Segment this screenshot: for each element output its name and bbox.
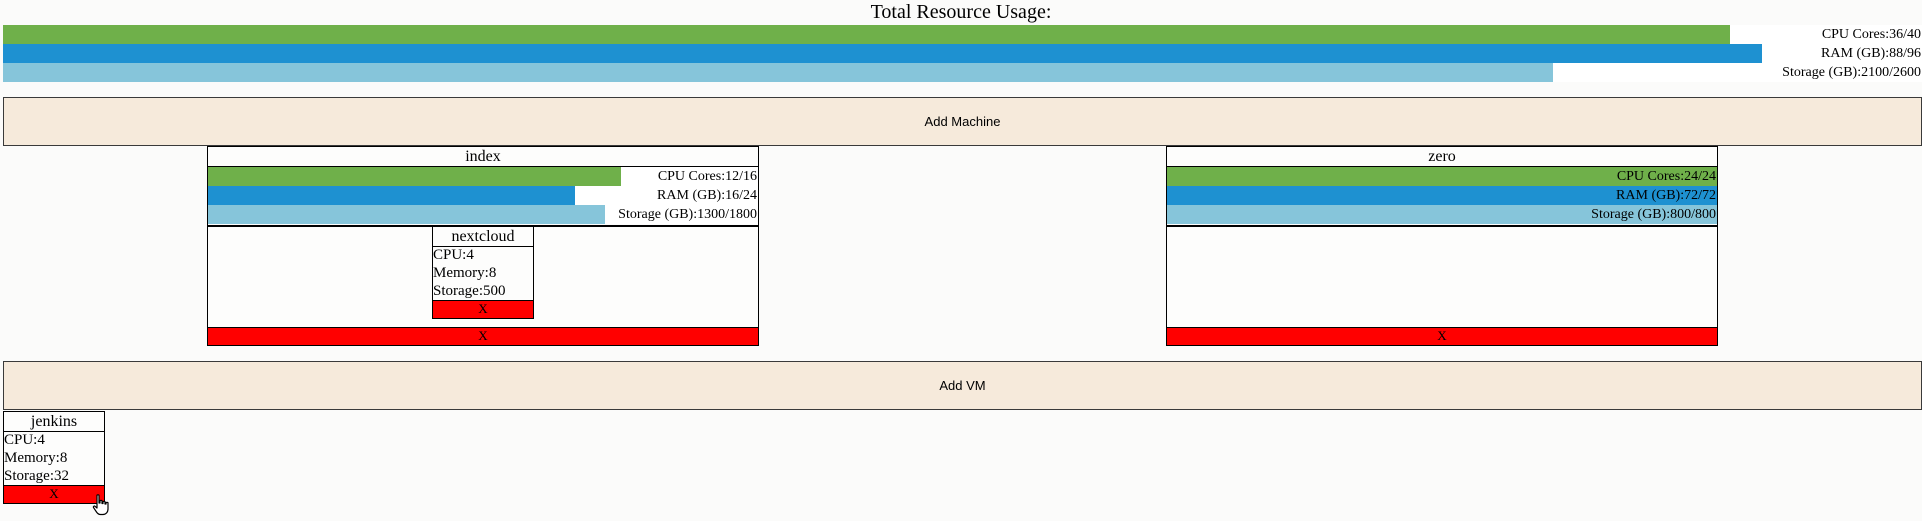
machine-delete-button[interactable]: X: [208, 327, 758, 345]
machine-cpu-fill: [208, 167, 621, 186]
vm-memory: Memory:8: [4, 450, 68, 466]
total-storage-bar: Storage (GB):2100/2600: [3, 63, 1922, 82]
total-ram-label: RAM (GB):88/96: [1821, 46, 1921, 61]
vm-delete-button[interactable]: X: [433, 300, 533, 318]
total-storage-label: Storage (GB):2100/2600: [1782, 65, 1921, 80]
total-usage-bars: CPU Cores:36/40 RAM (GB):88/96 Storage (…: [3, 25, 1922, 82]
total-cpu-fill: [3, 25, 1731, 44]
total-ram-bar: RAM (GB):88/96: [3, 44, 1922, 63]
hand-pointer-icon: [92, 494, 110, 516]
machine-storage-bar: Storage (GB):1300/1800: [208, 205, 758, 224]
machine-ram-label: RAM (GB):16/24: [657, 188, 757, 203]
total-storage-fill: [3, 63, 1553, 82]
vm-card-jenkins[interactable]: jenkins CPU:4 Memory:8 Storage:32 X: [3, 411, 105, 504]
vm-delete-button[interactable]: X: [4, 485, 104, 503]
vm-name: jenkins: [4, 412, 104, 432]
total-cpu-label: CPU Cores:36/40: [1821, 27, 1921, 42]
vm-storage: Storage:500: [433, 283, 506, 299]
machine-ram-bar: RAM (GB):72/72: [1167, 186, 1717, 205]
machine-card-zero: zero CPU Cores:24/24 RAM (GB):72/72 Stor…: [1166, 146, 1718, 346]
total-ram-fill: [3, 44, 1763, 63]
add-machine-button[interactable]: Add Machine: [3, 97, 1922, 146]
vm-storage: Storage:32: [4, 468, 69, 484]
machine-ram-label: RAM (GB):72/72: [1616, 188, 1716, 203]
machine-cpu-bar: CPU Cores:12/16: [208, 167, 758, 186]
vm-name: nextcloud: [433, 227, 533, 247]
machine-storage-label: Storage (GB):1300/1800: [618, 207, 757, 222]
vm-memory: Memory:8: [433, 265, 497, 281]
machine-ram-bar: RAM (GB):16/24: [208, 186, 758, 205]
vm-cpu: CPU:4: [433, 247, 474, 263]
vm-card-nextcloud[interactable]: nextcloud CPU:4 Memory:8 Storage:500 X: [432, 226, 534, 319]
machine-card-index: index CPU Cores:12/16 RAM (GB):16/24 Sto…: [207, 146, 759, 346]
machine-resource-bars: CPU Cores:24/24 RAM (GB):72/72 Storage (…: [1167, 167, 1717, 227]
machine-name: index: [208, 147, 758, 167]
machine-storage-bar: Storage (GB):800/800: [1167, 205, 1717, 224]
machine-cpu-label: CPU Cores:24/24: [1616, 169, 1716, 184]
machine-name: zero: [1167, 147, 1717, 167]
machine-resource-bars: CPU Cores:12/16 RAM (GB):16/24 Storage (…: [208, 167, 758, 227]
machine-delete-button[interactable]: X: [1167, 327, 1717, 345]
add-vm-button[interactable]: Add VM: [3, 361, 1922, 410]
machine-cpu-bar: CPU Cores:24/24: [1167, 167, 1717, 186]
machine-storage-label: Storage (GB):800/800: [1591, 207, 1716, 222]
total-usage-title: Total Resource Usage:: [870, 1, 1052, 23]
machine-storage-fill: [208, 205, 606, 224]
machine-ram-fill: [208, 186, 575, 205]
vm-cpu: CPU:4: [4, 432, 45, 448]
machine-cpu-label: CPU Cores:12/16: [657, 169, 757, 184]
total-cpu-bar: CPU Cores:36/40: [3, 25, 1922, 44]
